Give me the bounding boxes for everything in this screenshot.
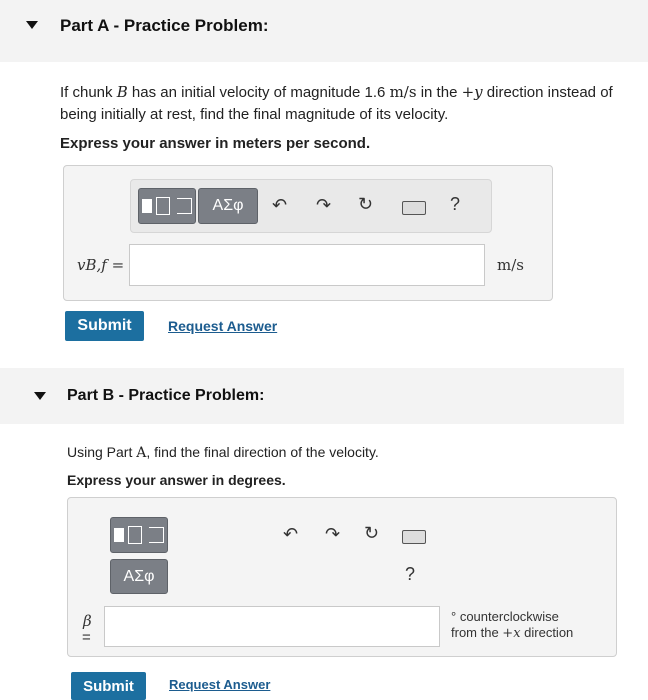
submit-button[interactable]: Submit <box>71 672 146 700</box>
fraction-icon <box>156 197 170 215</box>
unit-var: +x <box>502 626 521 641</box>
question-text: If chunk <box>60 84 117 101</box>
question-text: in the <box>416 84 462 101</box>
part-a-instruction: Express your answer in meters per second… <box>60 135 371 152</box>
request-answer-link[interactable]: Request Answer <box>169 677 270 692</box>
help-button[interactable]: ? <box>405 564 415 585</box>
undo-icon[interactable]: ↶ <box>283 524 298 545</box>
undo-icon[interactable]: ↶ <box>272 195 287 216</box>
unit-label: m/s <box>497 256 524 274</box>
radical-icon <box>177 198 192 214</box>
answer-label: vB,f = <box>77 256 125 274</box>
unit-text: from the <box>451 625 503 640</box>
unit-label: ° counterclockwise from the +x direction <box>451 609 573 642</box>
answer-input[interactable] <box>104 606 440 647</box>
templates-button[interactable] <box>138 188 196 224</box>
template-square-icon <box>142 199 152 213</box>
degree-symbol: ° <box>451 609 457 624</box>
symbols-button[interactable]: ΑΣφ <box>198 188 258 224</box>
question-direction: +y <box>461 83 483 101</box>
collapse-triangle-icon[interactable] <box>34 392 46 400</box>
request-answer-link[interactable]: Request Answer <box>168 318 277 334</box>
reset-icon[interactable]: ↻ <box>364 523 379 544</box>
part-b-question: Using Part A, find the final direction o… <box>67 441 379 464</box>
part-a-title: Part A - Practice Problem: <box>60 16 269 35</box>
question-var: A <box>136 445 147 461</box>
keyboard-icon[interactable] <box>402 530 426 544</box>
help-button[interactable]: ? <box>450 194 460 215</box>
part-b-instruction: Express your answer in degrees. <box>67 472 286 488</box>
part-b-title: Part B - Practice Problem: <box>67 387 265 404</box>
reset-icon[interactable]: ↻ <box>358 194 373 215</box>
unit-text: direction <box>520 625 574 640</box>
question-text: has an initial velocity of magnitude 1.6 <box>127 84 390 101</box>
templates-button[interactable] <box>110 517 168 553</box>
answer-label-eq: = <box>82 629 91 646</box>
question-text: Using Part <box>67 444 137 460</box>
answer-label-var: β <box>83 612 92 630</box>
submit-button[interactable]: Submit <box>65 311 144 341</box>
collapse-triangle-icon[interactable] <box>26 21 38 29</box>
question-text: direction instead of <box>482 84 613 101</box>
keyboard-icon[interactable] <box>402 201 426 215</box>
unit-text: counterclockwise <box>459 609 559 624</box>
part-a-question: If chunk B has an initial velocity of ma… <box>60 81 645 126</box>
question-text: being initially at rest, find the final … <box>60 106 449 123</box>
symbols-button[interactable]: ΑΣφ <box>110 559 168 594</box>
question-var: B <box>116 83 128 101</box>
question-unit: m/s <box>389 83 417 101</box>
template-square-icon <box>114 528 124 542</box>
radical-icon <box>149 527 164 543</box>
fraction-icon <box>128 526 142 544</box>
redo-icon[interactable]: ↷ <box>316 195 331 216</box>
question-text: , find the final direction of the veloci… <box>146 444 379 460</box>
answer-input[interactable] <box>129 244 485 286</box>
redo-icon[interactable]: ↷ <box>325 524 340 545</box>
